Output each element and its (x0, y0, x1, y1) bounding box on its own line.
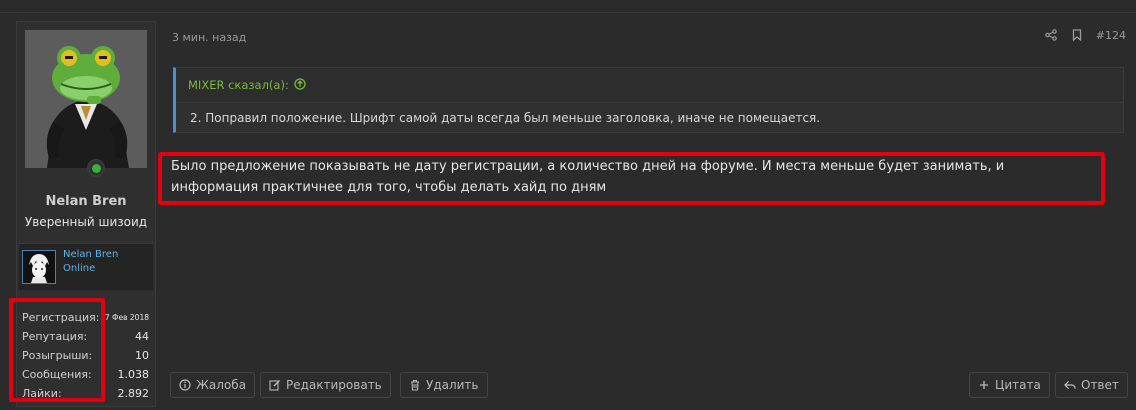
frog-avatar-image (25, 30, 147, 168)
reply-arrow-icon (1064, 379, 1076, 391)
quote-author[interactable]: MIXER сказал(а): (188, 78, 289, 92)
reply-label: Ответ (1081, 378, 1119, 392)
mini-card-name[interactable]: Nelan Bren (63, 249, 118, 260)
forum-post: Nelan Bren Уверенный шизоид Nelan Bren O… (0, 12, 1136, 410)
username[interactable]: Nelan Bren (17, 194, 155, 209)
quote-block: MIXER сказал(а): 2. Поправил положение. … (173, 67, 1124, 133)
user-mini-card[interactable]: Nelan Bren Online (19, 243, 153, 290)
post-header-tools: #124 (1044, 28, 1126, 42)
trash-icon (409, 379, 421, 391)
online-status-icon (87, 159, 105, 177)
delete-button[interactable]: Удалить (400, 372, 488, 398)
pencil-icon (269, 379, 281, 391)
quote-button[interactable]: Цитата (969, 372, 1050, 398)
avatar[interactable] (25, 30, 147, 168)
info-circle-icon (179, 379, 191, 391)
edit-label: Редактировать (286, 378, 382, 392)
stat-value: 7 Фев 2018 (104, 313, 149, 322)
post-number[interactable]: #124 (1096, 29, 1126, 42)
quote-text: 2. Поправил положение. Шрифт самой даты … (190, 111, 821, 125)
anime-avatar-image (23, 251, 55, 283)
quote-header[interactable]: MIXER сказал(а): (176, 68, 1123, 103)
report-label: Жалоба (196, 378, 247, 392)
arrow-up-circle-icon[interactable] (294, 77, 306, 93)
reply-button[interactable]: Ответ (1055, 372, 1128, 398)
mini-card-status: Online (63, 263, 96, 274)
report-button[interactable]: Жалоба (170, 372, 256, 398)
stat-value: 44 (135, 330, 149, 343)
post-time[interactable]: 3 мин. назад (172, 31, 246, 44)
share-icon[interactable] (1044, 28, 1058, 42)
bookmark-icon[interactable] (1070, 28, 1084, 42)
highlight-box-message (158, 152, 1105, 205)
stat-value: 10 (135, 349, 149, 362)
mini-avatar (22, 250, 56, 284)
highlight-box-stats (9, 298, 105, 402)
plus-icon (978, 379, 990, 391)
delete-label: Удалить (426, 378, 479, 392)
user-title: Уверенный шизоид (24, 215, 148, 229)
stat-value: 2.892 (117, 387, 150, 400)
quote-label: Цитата (995, 378, 1041, 392)
stat-value: 1.038 (117, 368, 150, 381)
edit-button[interactable]: Редактировать (260, 372, 391, 398)
